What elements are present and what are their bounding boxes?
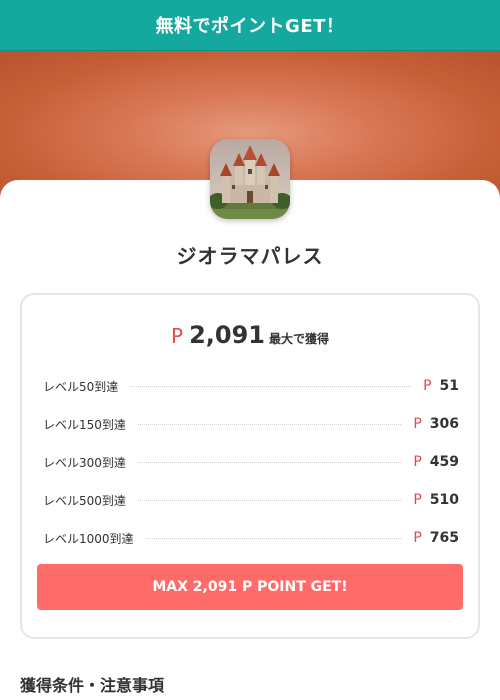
reward-row-label: レベル500到達 — [43, 493, 126, 508]
point-get-button[interactable]: MAX 2,091 P POINT GET! — [37, 564, 463, 610]
reward-row: レベル1000到達 P 765 — [43, 519, 459, 557]
reward-panel: P 2,091 最大で獲得 レベル50到達 P 51 レベル150到達 P 306 … — [20, 293, 480, 639]
reward-row-label: レベル150到達 — [43, 417, 126, 432]
total-amount: 2,091 — [189, 321, 265, 349]
app-name: ジオラマパレス — [176, 244, 324, 268]
reward-row-label: レベル1000到達 — [43, 531, 134, 546]
reward-row-value: 510 — [429, 492, 459, 508]
point-symbol: P — [171, 324, 184, 348]
total-suffix: 最大で獲得 — [268, 332, 329, 346]
point-symbol: P — [413, 492, 422, 508]
reward-row: レベル150到達 P 306 — [43, 405, 459, 443]
reward-row-value: 51 — [439, 378, 459, 394]
dotted-leader — [130, 385, 412, 387]
reward-row-value: 765 — [429, 530, 459, 546]
total-reward: P 2,091 最大で獲得 — [22, 321, 478, 349]
reward-row: レベル500到達 P 510 — [43, 481, 459, 519]
point-symbol: P — [423, 378, 432, 394]
point-symbol: P — [413, 416, 422, 432]
reward-row-value: 459 — [429, 454, 459, 470]
dotted-leader — [145, 537, 402, 539]
point-symbol: P — [413, 454, 422, 470]
conditions-heading: 獲得条件・注意事項 — [20, 676, 165, 695]
reward-list: レベル50到達 P 51 レベル150到達 P 306 レベル300到達 P 4… — [43, 367, 459, 557]
reward-row-label: レベル50到達 — [43, 379, 119, 394]
header-title: 無料でポイントGET！ — [155, 16, 345, 37]
top-header: 無料でポイントGET！ — [0, 0, 500, 51]
reward-row: レベル300到達 P 459 — [43, 443, 459, 481]
dotted-leader — [137, 423, 402, 425]
castle-icon[interactable] — [210, 139, 290, 219]
reward-row-value: 306 — [429, 416, 459, 432]
reward-row-label: レベル300到達 — [43, 455, 126, 470]
point-symbol: P — [413, 530, 422, 546]
dotted-leader — [137, 499, 402, 501]
reward-row: レベル50到達 P 51 — [43, 367, 459, 405]
dotted-leader — [137, 461, 402, 463]
